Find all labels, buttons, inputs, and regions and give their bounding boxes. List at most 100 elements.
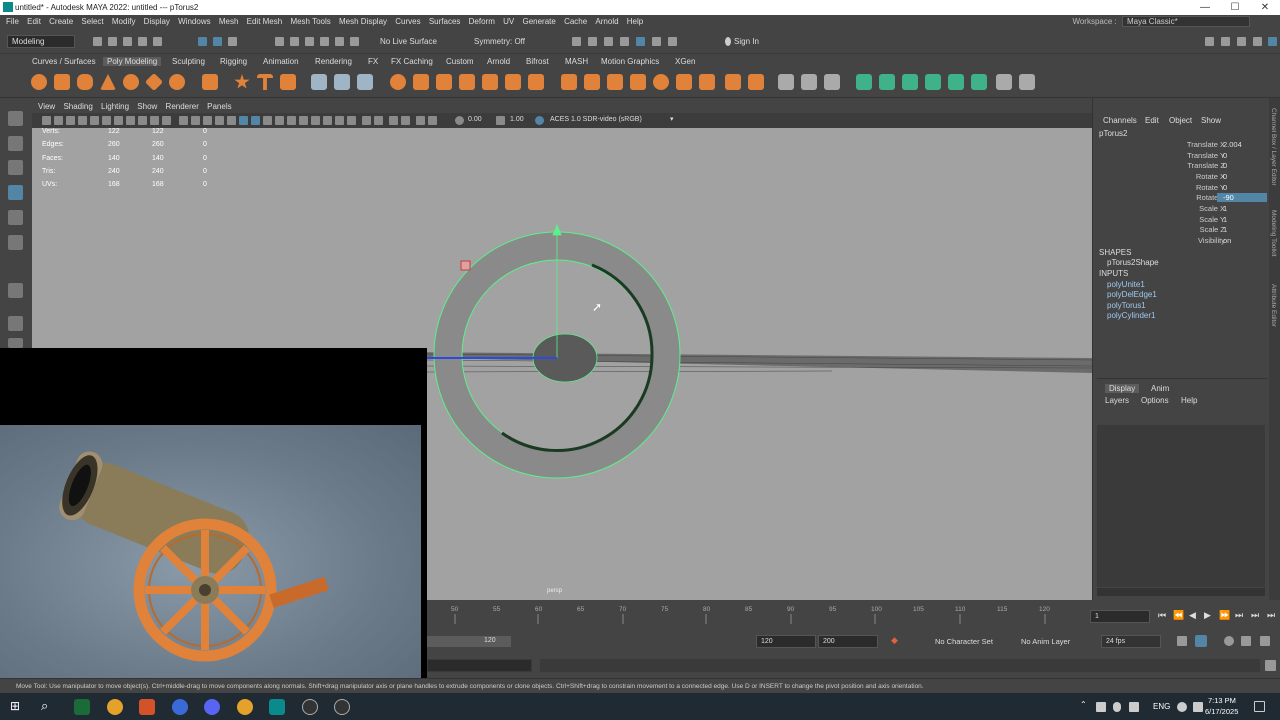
undo-icon[interactable] (138, 37, 147, 46)
xray-icon[interactable] (251, 116, 260, 125)
grid-toggle-icon[interactable] (90, 116, 99, 125)
range-bar[interactable] (427, 636, 511, 647)
go-to-start-icon[interactable]: ⏮ (1158, 610, 1166, 621)
use-all-lights-icon[interactable] (287, 116, 296, 125)
menu-mesh-tools[interactable]: Mesh Tools (290, 15, 330, 29)
maya-taskbar-icon[interactable] (269, 699, 285, 715)
layer-scrollbar[interactable] (1097, 588, 1265, 596)
redo-icon[interactable] (153, 37, 162, 46)
play-forward-icon[interactable]: ▶ (1204, 610, 1211, 621)
attr-translate-z[interactable]: Translate Z0 (1093, 161, 1280, 172)
select-tool-icon[interactable] (8, 111, 23, 126)
input-node-poly-unite[interactable]: polyUnite1 (1107, 280, 1145, 289)
chrome-icon[interactable] (107, 699, 123, 715)
close-button[interactable]: ✕ (1250, 0, 1280, 15)
input-node-poly-cylinder[interactable]: polyCylinder1 (1107, 311, 1155, 320)
move-tool-icon[interactable] (8, 185, 23, 200)
multi-cut-icon[interactable] (561, 74, 577, 90)
smooth-shade-icon[interactable] (191, 116, 200, 125)
poly-type-icon[interactable] (257, 74, 273, 90)
safe-title-icon[interactable] (162, 116, 171, 125)
merge-icon[interactable] (725, 74, 741, 90)
app-icon-alt-2[interactable] (334, 699, 350, 715)
menu-select[interactable]: Select (81, 15, 103, 29)
menu-file[interactable]: File (6, 15, 19, 29)
fill-hole-icon[interactable] (505, 74, 521, 90)
xray-active-icon[interactable] (374, 116, 383, 125)
microphone-icon[interactable] (1113, 702, 1121, 712)
lasso-tool-icon[interactable] (8, 136, 23, 151)
menu-edit-mesh[interactable]: Edit Mesh (247, 15, 283, 29)
attr-translate-x[interactable]: Translate X 2.004 (1093, 140, 1280, 151)
panel-menu-panels[interactable]: Panels (207, 102, 231, 111)
gate-mask-icon[interactable] (126, 116, 135, 125)
script-editor-icon[interactable] (1265, 660, 1276, 671)
select-by-object-icon[interactable] (213, 37, 222, 46)
discord-icon[interactable] (204, 699, 220, 715)
panel-menu-lighting[interactable]: Lighting (101, 102, 129, 111)
attr-value[interactable]: 1 (1217, 204, 1267, 213)
poly-platonic-icon[interactable] (202, 74, 218, 90)
insert-edge-loop-icon[interactable] (653, 74, 669, 90)
new-scene-icon[interactable] (93, 37, 102, 46)
maximize-button[interactable]: ☐ (1220, 0, 1250, 15)
connect-icon[interactable] (607, 74, 623, 90)
input-node-poly-torus[interactable]: polyTorus1 (1107, 301, 1146, 310)
shelf-tab-bifrost[interactable]: Bifrost (526, 57, 549, 66)
poly-plane-icon[interactable] (144, 72, 164, 92)
menu-edit[interactable]: Edit (27, 15, 41, 29)
menu-help[interactable]: Help (627, 15, 643, 29)
exposure-field[interactable]: 0.00 (468, 116, 482, 123)
layer-tab-anim[interactable]: Anim (1151, 384, 1169, 393)
time-slider[interactable]: 50 55 60 65 70 75 80 85 90 95 100 105 11… (427, 600, 1280, 630)
shelf-tab-rigging[interactable]: Rigging (220, 57, 247, 66)
save-scene-icon[interactable] (123, 37, 132, 46)
windows-start-icon[interactable]: ⊞ (10, 699, 20, 713)
input-node-poly-del-edge[interactable]: polyDelEdge1 (1107, 290, 1157, 299)
select-camera-icon[interactable] (42, 116, 51, 125)
symmetry-label[interactable]: Symmetry: Off (474, 37, 525, 46)
color-management-icon[interactable] (416, 116, 425, 125)
attr-value[interactable]: 0 (1217, 161, 1267, 170)
go-to-end-alt-icon[interactable]: ⏭ (1267, 610, 1275, 621)
pen-icon[interactable] (1129, 702, 1139, 712)
menu-mesh-display[interactable]: Mesh Display (339, 15, 387, 29)
layer-menu-help[interactable]: Help (1181, 396, 1197, 405)
workspace-dropdown[interactable]: Maya Classic* (1122, 16, 1250, 27)
wireframe-icon[interactable] (179, 116, 188, 125)
bridge-icon[interactable] (459, 74, 475, 90)
panel-menu-shading[interactable]: Shading (63, 102, 92, 111)
menu-curves[interactable]: Curves (395, 15, 420, 29)
svg-tool-icon[interactable] (280, 74, 296, 90)
pt-app-icon[interactable] (74, 699, 90, 715)
layer-tab-display[interactable]: Display (1105, 384, 1140, 393)
render-view-icon[interactable] (652, 37, 661, 46)
single-view-icon[interactable] (8, 316, 23, 331)
mel-input[interactable] (427, 659, 532, 672)
shelf-tab-rendering[interactable]: Rendering (315, 57, 352, 66)
ambient-occlusion-icon[interactable] (311, 116, 320, 125)
cached-playback-icon[interactable] (1195, 635, 1207, 647)
attr-value[interactable]: 0 (1217, 151, 1267, 160)
attr-scale-y[interactable]: Scale Y1 (1093, 215, 1280, 226)
film-gate-icon[interactable] (102, 116, 111, 125)
outliner-toggle-icon[interactable] (1221, 37, 1230, 46)
step-back-frame-icon[interactable]: ◀ (1189, 610, 1196, 621)
attr-value[interactable]: 1 (1217, 215, 1267, 224)
poly-cube-icon[interactable] (54, 74, 70, 90)
poly-torus-icon[interactable] (123, 74, 139, 90)
attr-value[interactable]: 1 (1217, 225, 1267, 234)
shelf-tab-arnold[interactable]: Arnold (487, 57, 510, 66)
xray-joints-icon[interactable] (263, 116, 272, 125)
poly-disc-icon[interactable] (169, 74, 185, 90)
menu-uv[interactable]: UV (503, 15, 514, 29)
history-icon[interactable] (350, 37, 359, 46)
combine-icon[interactable] (311, 74, 327, 90)
chrome-alt-icon[interactable] (237, 699, 253, 715)
current-frame-field[interactable]: 1 (1090, 610, 1150, 623)
poly-cylinder-icon[interactable] (77, 74, 93, 90)
attr-rotate-y[interactable]: Rotate Y0 (1093, 183, 1280, 194)
sidebar-toggle-icon[interactable] (668, 37, 677, 46)
panel-menu-view[interactable]: View (38, 102, 55, 111)
quad-draw-icon[interactable] (630, 74, 646, 90)
